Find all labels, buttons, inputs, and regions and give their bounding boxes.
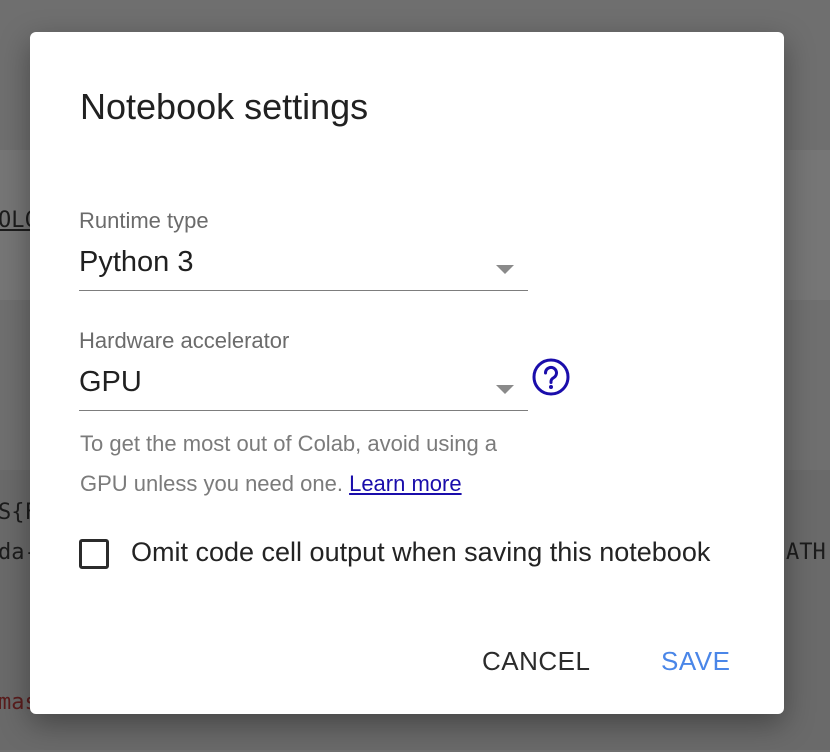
cancel-button[interactable]: CANCEL [476, 642, 596, 681]
runtime-type-value: Python 3 [79, 246, 194, 278]
omit-output-checkbox[interactable] [79, 539, 109, 569]
chevron-down-icon [496, 385, 514, 394]
hardware-accelerator-select[interactable]: GPU [79, 358, 528, 411]
help-icon[interactable] [532, 358, 570, 396]
chevron-down-icon [496, 265, 514, 274]
omit-output-label[interactable]: Omit code cell output when saving this n… [131, 537, 710, 568]
background-code-text: ATH [786, 540, 826, 565]
runtime-type-label: Runtime type [79, 208, 209, 233]
hardware-accelerator-label: Hardware accelerator [79, 328, 290, 353]
learn-more-link[interactable]: Learn more [349, 471, 462, 496]
gpu-usage-hint: To get the most out of Colab, avoid usin… [80, 424, 550, 504]
dialog-title: Notebook settings [80, 86, 369, 127]
hardware-accelerator-value: GPU [79, 366, 142, 398]
save-button[interactable]: SAVE [655, 642, 736, 681]
runtime-type-select[interactable]: Python 3 [79, 238, 528, 291]
notebook-settings-dialog: Notebook settings Runtime type Python 3 … [30, 32, 784, 714]
